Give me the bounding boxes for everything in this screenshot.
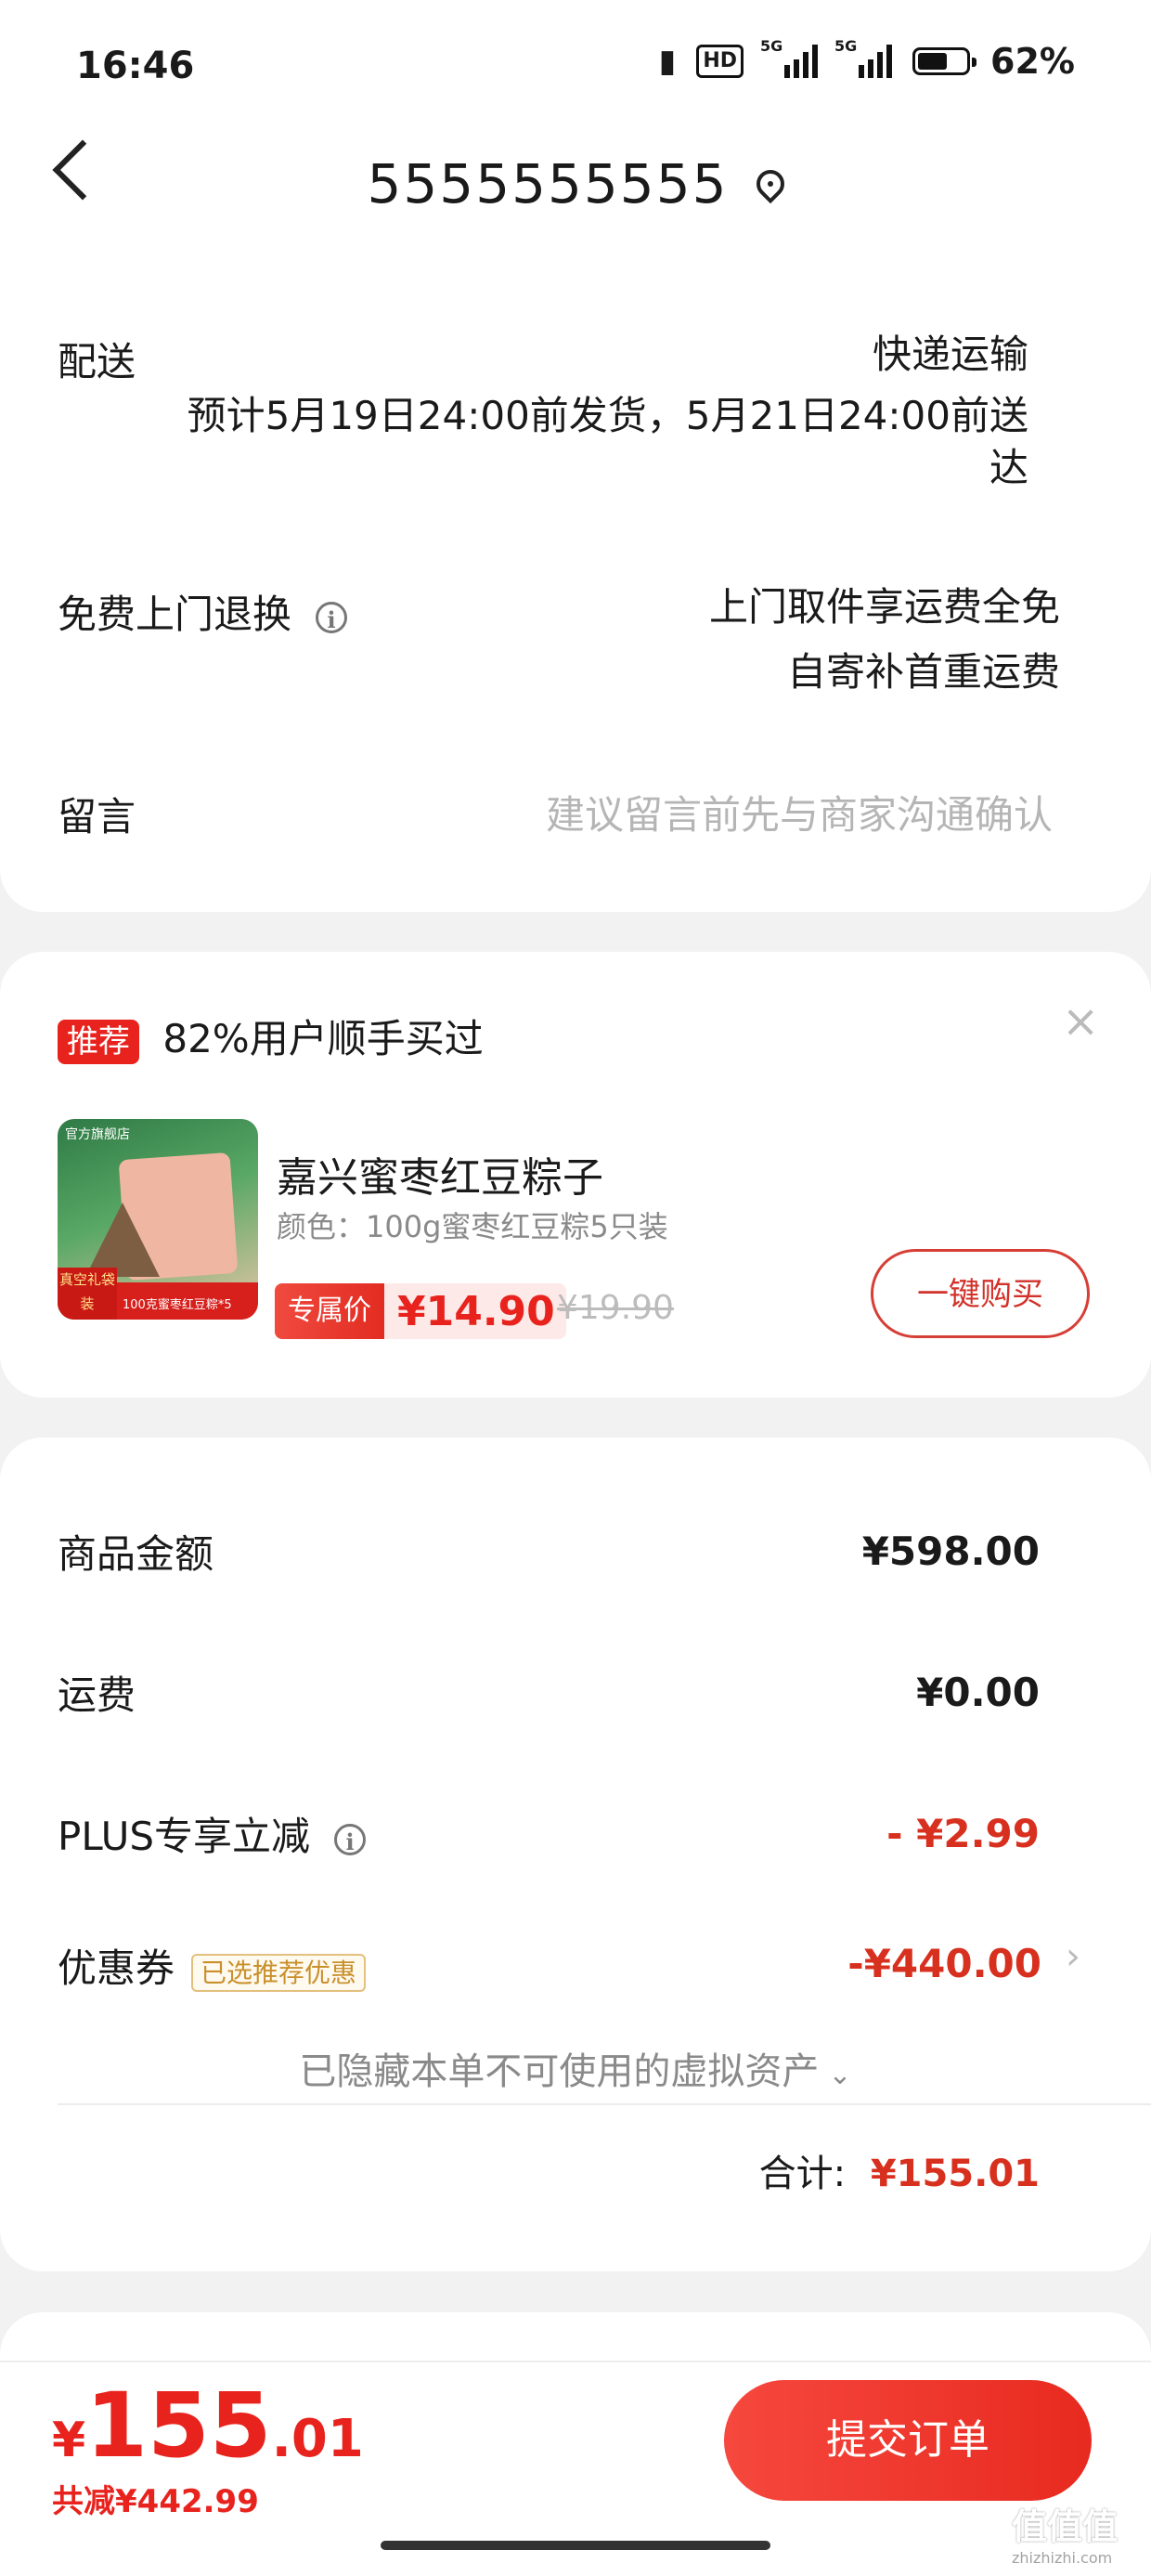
watermark: 值值值 zhizhizhi.com bbox=[1012, 2506, 1119, 2567]
one-click-buy-button[interactable]: 一键购买 bbox=[871, 1249, 1090, 1338]
goods-amount-label: 商品金额 bbox=[58, 1531, 214, 1577]
recommend-text: 82%用户顺手买过 bbox=[162, 1016, 484, 1061]
total-saved: 共减¥442.99 bbox=[52, 2483, 259, 2520]
hd-icon: HD bbox=[696, 45, 744, 78]
home-indicator[interactable] bbox=[381, 2541, 770, 2550]
original-price: ¥19.90 bbox=[557, 1289, 674, 1327]
chevron-right-icon[interactable]: › bbox=[1066, 1935, 1080, 1978]
exclusive-price: 专属价 ¥14.90 bbox=[275, 1283, 566, 1339]
status-time: 16:46 bbox=[76, 45, 195, 87]
info-icon[interactable]: i bbox=[334, 1823, 367, 1855]
delivery-estimate: 预计5月19日24:00前发货，5月21日24:00前送 达 bbox=[187, 393, 1028, 490]
plus-discount-row: PLUS专享立减 i bbox=[58, 1805, 367, 1862]
status-icons: ▮ HD 5G 5G 62% bbox=[658, 37, 1075, 82]
shipping-amount: ¥0.00 bbox=[916, 1670, 1040, 1715]
coupon-amount[interactable]: -¥440.00 bbox=[847, 1941, 1041, 1986]
plus-discount-amount: - ¥2.99 bbox=[886, 1811, 1040, 1856]
product-spec: 颜色：100g蜜枣红豆粽5只装 bbox=[277, 1209, 668, 1244]
total-amount: ¥155.01 bbox=[870, 2153, 1040, 2195]
vibrate-icon: ▮ bbox=[658, 43, 677, 80]
delivery-label: 配送 bbox=[58, 339, 136, 384]
info-icon[interactable]: i bbox=[316, 601, 348, 633]
battery-percent: 62% bbox=[990, 41, 1075, 82]
delivery-method[interactable]: 快递运输 bbox=[873, 329, 1028, 381]
bottom-total: ¥155.01 bbox=[52, 2374, 364, 2478]
recommend-tag: 推荐 bbox=[58, 1020, 139, 1064]
close-icon[interactable]: × bbox=[1062, 995, 1099, 1047]
product-thumbnail[interactable]: 官方旗舰店 真空礼袋装 100克蜜枣红豆粽*5 bbox=[58, 1119, 258, 1320]
returns-info: 上门取件享运费全免 自寄补首重运费 bbox=[708, 584, 1060, 695]
recommend-header: 推荐 82%用户顺手买过 bbox=[58, 1008, 484, 1064]
divider bbox=[58, 2103, 1151, 2105]
message-label: 留言 bbox=[58, 794, 136, 839]
location-icon bbox=[750, 163, 790, 204]
message-input[interactable]: 建议留言前先与商家沟通确认 bbox=[546, 784, 1053, 840]
signal-icon-2: 5G bbox=[834, 37, 893, 78]
submit-order-button[interactable]: 提交订单 bbox=[724, 2380, 1092, 2501]
signal-icon: 5G bbox=[760, 37, 819, 78]
battery-icon bbox=[912, 47, 977, 75]
returns-row: 免费上门退换 i bbox=[58, 583, 348, 640]
shipping-label: 运费 bbox=[58, 1672, 136, 1718]
coupon-tag: 已选推荐优惠 bbox=[191, 1953, 367, 1992]
goods-amount: ¥598.00 bbox=[861, 1529, 1040, 1574]
page-title[interactable]: 5555555555 bbox=[0, 149, 1151, 215]
total-row: 合计: ¥155.01 bbox=[758, 2153, 1040, 2195]
coupon-row[interactable]: 优惠券 已选推荐优惠 bbox=[58, 1937, 367, 1994]
chevron-down-icon: ⌄ bbox=[828, 2059, 852, 2091]
hidden-assets-toggle[interactable]: 已隐藏本单不可使用的虚拟资产 ⌄ bbox=[0, 2041, 1151, 2095]
product-name[interactable]: 嘉兴蜜枣红豆粽子 bbox=[277, 1144, 603, 1203]
